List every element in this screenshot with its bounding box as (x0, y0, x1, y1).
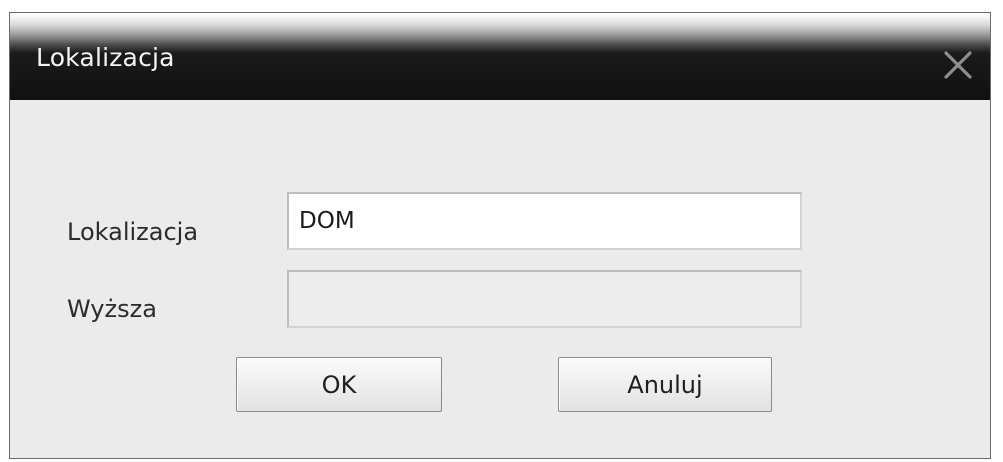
parent-label: Wyższa (67, 295, 157, 323)
close-button[interactable] (940, 47, 976, 83)
location-label: Lokalizacja (67, 218, 199, 246)
dialog-window: Lokalizacja Lokalizacja Wyższa OK Anuluj (9, 12, 991, 459)
location-input[interactable] (287, 192, 802, 250)
cancel-button[interactable]: Anuluj (558, 357, 772, 412)
parent-input[interactable] (287, 270, 802, 328)
close-icon (944, 51, 972, 79)
dialog-body: Lokalizacja Wyższa OK Anuluj (10, 100, 990, 458)
title-bar: Lokalizacja (10, 13, 990, 100)
ok-button[interactable]: OK (236, 357, 442, 412)
dialog-title: Lokalizacja (36, 43, 175, 72)
